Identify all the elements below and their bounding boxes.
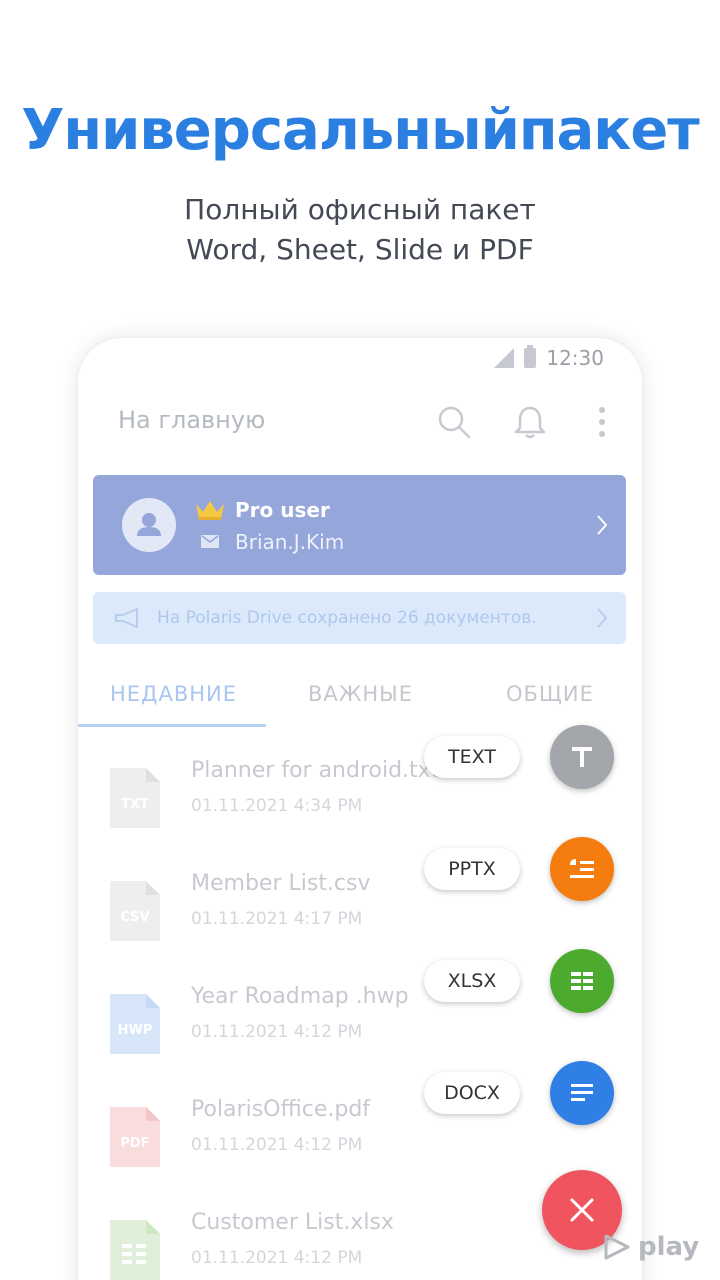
sheet-icon xyxy=(571,972,593,990)
file-type-label: CSV xyxy=(120,910,149,925)
file-name: Planner for android.txt xyxy=(191,758,440,783)
file-name: PolarisOffice.pdf xyxy=(191,1097,371,1122)
tab-shared[interactable]: ОБЩИЕ xyxy=(506,682,594,706)
megaphone-icon xyxy=(115,608,138,628)
csv-file-icon: CSV xyxy=(110,881,160,941)
status-time: 12:30 xyxy=(546,346,604,370)
phone-frame: 12:30 На главную Pro user Brian.J.Kim На… xyxy=(78,338,642,1280)
promo-headline: Универсальныйпакет xyxy=(21,98,700,163)
new-docx-button[interactable] xyxy=(550,1061,614,1125)
account-email: Brian.J.Kim xyxy=(235,530,345,554)
slide-icon xyxy=(570,859,594,878)
promo-subtitle-line-2: Word, Sheet, Slide и PDF xyxy=(186,233,534,266)
fab-label-xlsx[interactable]: XLSX xyxy=(424,960,520,1002)
status-bar: 12:30 xyxy=(494,345,604,370)
hwp-file-icon: HWP xyxy=(110,994,160,1054)
promo-subtitle: Полный офисный пакет Word, Sheet, Slide … xyxy=(0,190,720,270)
new-xlsx-button[interactable] xyxy=(550,949,614,1013)
screenshot-page: Универсальныйпакет Полный офисный пакет … xyxy=(0,0,720,1280)
file-name: Year Roadmap .hwp xyxy=(191,984,409,1009)
text-icon xyxy=(572,747,592,767)
file-type-label: PDF xyxy=(120,1136,149,1151)
more-vert-icon[interactable] xyxy=(584,404,620,440)
xlsx-file-icon xyxy=(110,1220,160,1280)
file-date: 01.11.2021 4:12 PM xyxy=(191,1135,363,1155)
watermark-text: play xyxy=(638,1232,700,1262)
fab-label-docx[interactable]: DOCX xyxy=(424,1072,520,1114)
new-text-button[interactable] xyxy=(550,725,614,789)
battery-icon xyxy=(524,345,537,368)
file-date: 01.11.2021 4:17 PM xyxy=(191,909,363,929)
tab-important[interactable]: ВАЖНЫЕ xyxy=(308,682,413,706)
drive-notice-text: На Polaris Drive сохранено 26 документов… xyxy=(157,608,537,628)
txt-file-icon: TXT xyxy=(110,768,160,828)
fab-label-pptx[interactable]: PPTX xyxy=(424,848,520,890)
tab-indicator xyxy=(78,724,266,727)
new-pptx-button[interactable] xyxy=(550,837,614,901)
fab-label-text[interactable]: TEXT xyxy=(424,736,520,778)
file-type-label: TXT xyxy=(121,797,149,812)
play-logo-icon xyxy=(604,1234,630,1260)
chevron-right-icon xyxy=(597,608,608,628)
search-icon[interactable] xyxy=(436,404,472,440)
chevron-right-icon xyxy=(597,515,608,535)
app-toolbar: На главную xyxy=(78,400,642,444)
pdf-file-icon: PDF xyxy=(110,1107,160,1167)
account-card[interactable]: Pro user Brian.J.Kim xyxy=(93,475,626,575)
file-type-label: HWP xyxy=(118,1023,153,1038)
file-date: 01.11.2021 4:12 PM xyxy=(191,1248,363,1268)
user-icon xyxy=(137,513,161,536)
file-date: 01.11.2021 4:34 PM xyxy=(191,796,363,816)
home-title[interactable]: На главную xyxy=(118,406,265,434)
document-icon xyxy=(571,1084,593,1101)
drive-notice-bar[interactable]: На Polaris Drive сохранено 26 документов… xyxy=(93,592,626,644)
file-date: 01.11.2021 4:12 PM xyxy=(191,1022,363,1042)
avatar xyxy=(122,498,176,552)
crown-icon xyxy=(196,501,224,520)
bell-icon[interactable] xyxy=(512,404,548,440)
mail-icon xyxy=(201,535,219,548)
app-screen: 12:30 На главную Pro user Brian.J.Kim На… xyxy=(78,338,642,1280)
tab-recent[interactable]: НЕДАВНИЕ xyxy=(110,682,237,706)
tab-bar: НЕДАВНИЕ ВАЖНЫЕ ОБЩИЕ xyxy=(78,668,642,727)
account-title: Pro user xyxy=(235,498,330,522)
file-name: Customer List.xlsx xyxy=(191,1210,394,1235)
file-name: Member List.csv xyxy=(191,871,371,896)
close-icon xyxy=(570,1198,594,1222)
signal-icon xyxy=(494,348,515,368)
promo-subtitle-line-1: Полный офисный пакет xyxy=(184,193,536,226)
watermark: play xyxy=(602,1230,699,1264)
